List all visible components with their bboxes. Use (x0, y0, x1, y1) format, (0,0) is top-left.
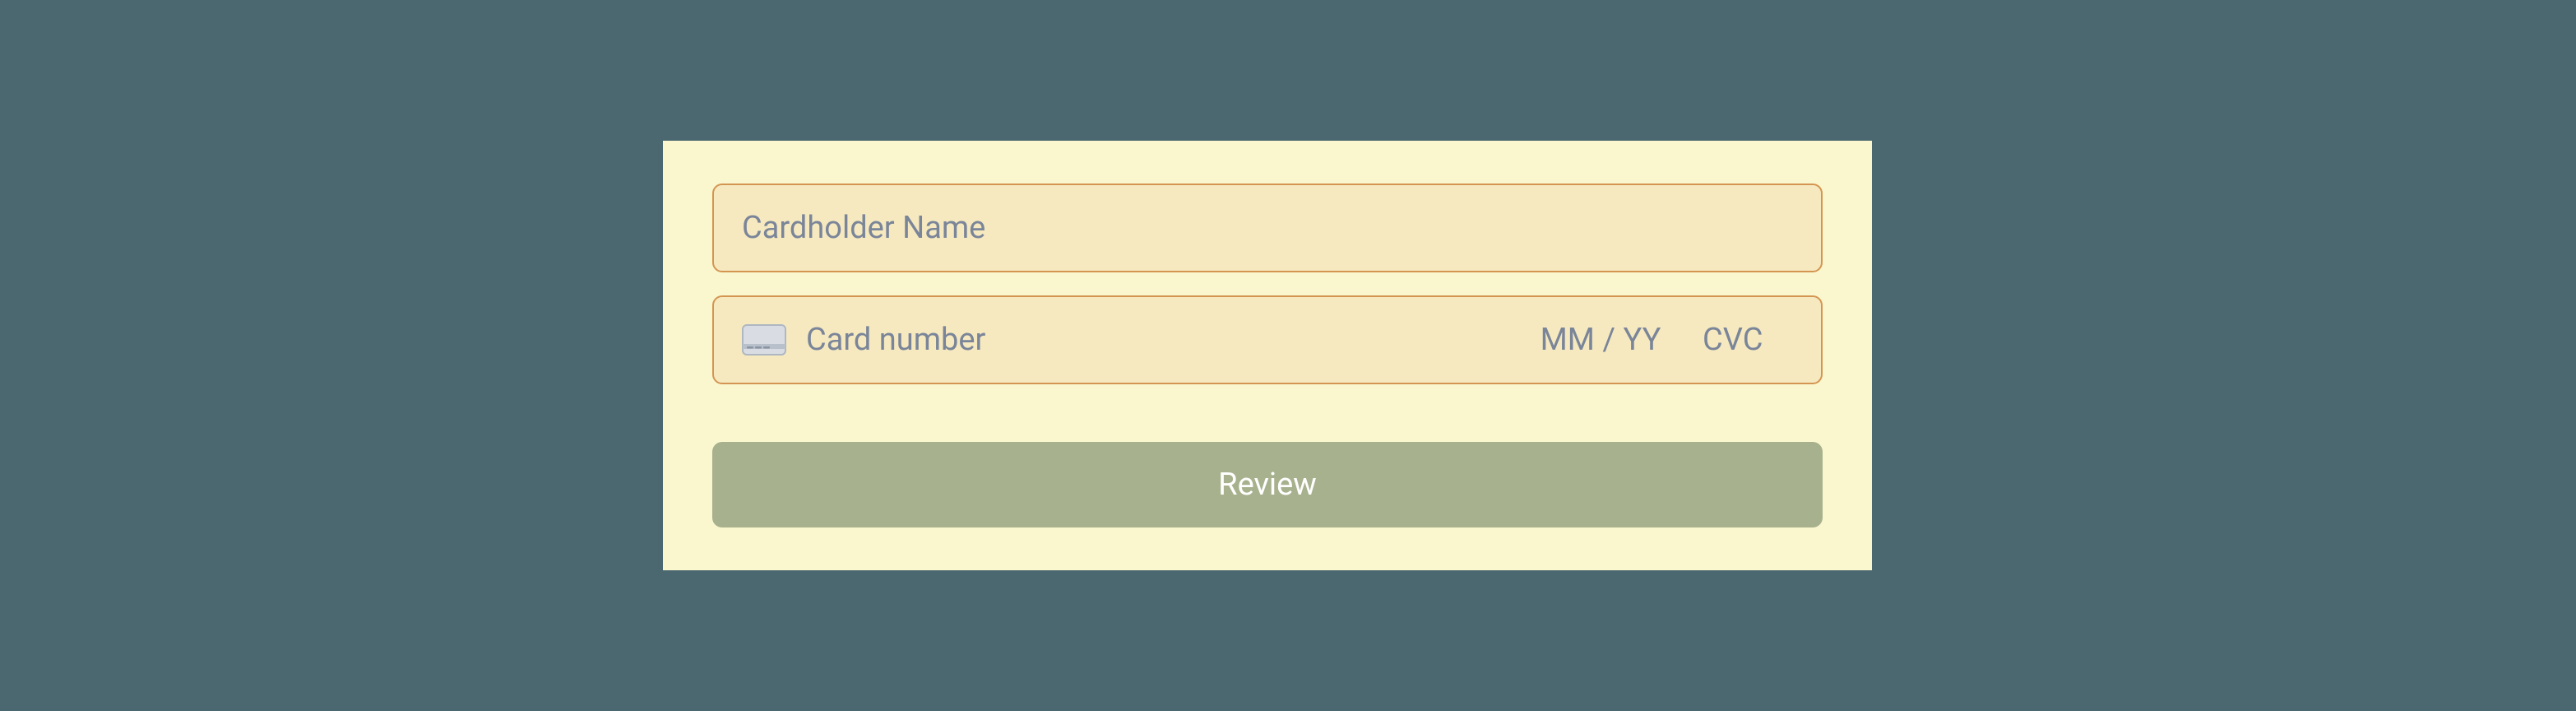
card-cvc-input[interactable] (1703, 322, 1793, 358)
payment-form-card: Review (663, 141, 1872, 570)
card-expiry-input[interactable] (1518, 322, 1683, 358)
card-details-row (712, 295, 1823, 384)
card-number-input[interactable] (806, 322, 1499, 358)
credit-card-icon (742, 324, 786, 356)
review-button[interactable]: Review (712, 442, 1823, 527)
cardholder-name-input[interactable] (712, 184, 1823, 272)
